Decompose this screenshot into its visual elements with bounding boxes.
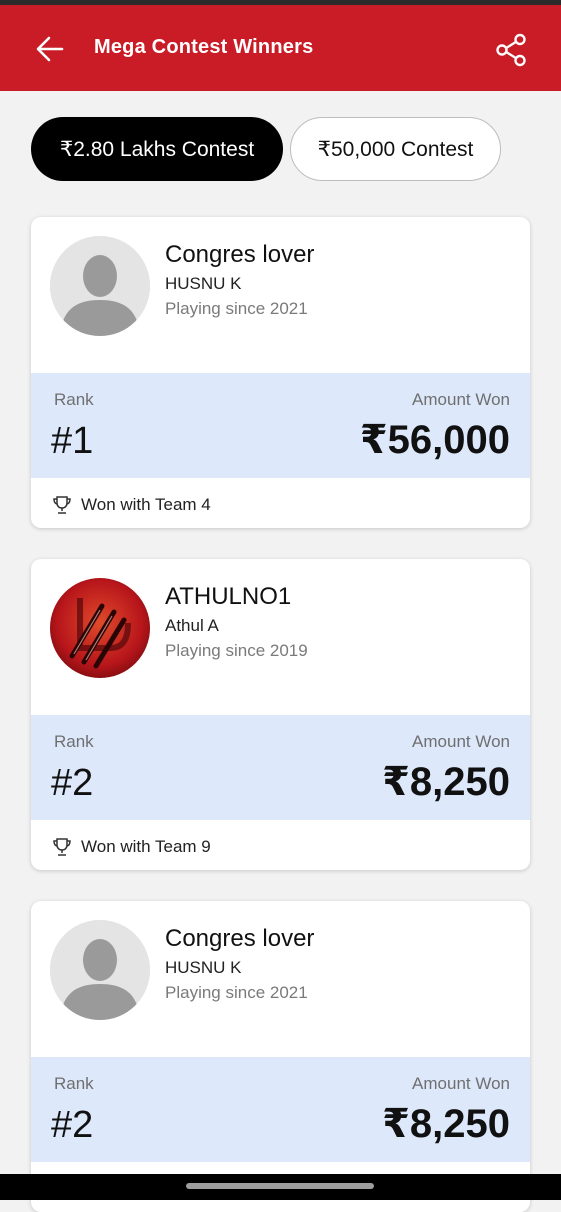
- avatar: [50, 578, 150, 678]
- tab-50000-contest[interactable]: ₹50,000 Contest: [290, 117, 501, 181]
- tab-lakhs-contest[interactable]: ₹2.80 Lakhs Contest: [31, 117, 283, 181]
- rank-label: Rank: [54, 390, 94, 409]
- rank-label: Rank: [54, 1074, 94, 1093]
- page-title: Mega Contest Winners: [94, 36, 314, 58]
- amount-won-value: ₹8,250: [382, 1102, 510, 1146]
- winner-username: Congres lover: [165, 925, 315, 952]
- amount-won-label: Amount Won: [412, 732, 510, 751]
- share-icon: [496, 33, 526, 67]
- default-person-avatar-icon: [50, 236, 150, 336]
- winner-card[interactable]: Congres lover HUSNU K Playing since 2021…: [31, 217, 530, 528]
- winner-name: HUSNU K: [165, 958, 242, 977]
- rank-value: #2: [51, 1104, 94, 1146]
- playing-since: Playing since 2021: [165, 299, 308, 318]
- winner-stats: Rank #1 Amount Won ₹56,000: [31, 373, 530, 478]
- winner-username: Congres lover: [165, 241, 315, 268]
- avatar: [50, 236, 150, 336]
- winner-stats: Rank #2 Amount Won ₹8,250: [31, 1057, 530, 1162]
- default-person-avatar-icon: [50, 920, 150, 1020]
- red-claw-avatar-icon: [50, 578, 150, 678]
- rank-value: #1: [51, 420, 94, 462]
- trophy-icon: [53, 838, 71, 856]
- won-with-team: Won with Team 9: [52, 835, 211, 859]
- playing-since: Playing since 2021: [165, 983, 308, 1002]
- rank-label: Rank: [54, 732, 94, 751]
- rank-value: #2: [51, 762, 94, 804]
- arrow-left-icon: [36, 36, 64, 62]
- winner-card[interactable]: Congres lover HUSNU K Playing since 2021…: [31, 901, 530, 1212]
- avatar: [50, 920, 150, 1020]
- share-button[interactable]: [490, 29, 532, 71]
- won-with-team-text: Won with Team 4: [81, 495, 211, 514]
- home-indicator[interactable]: [186, 1183, 374, 1189]
- won-with-team-text: Won with Team 9: [81, 837, 211, 856]
- app-header: Mega Contest Winners: [0, 5, 561, 91]
- amount-won-value: ₹56,000: [359, 418, 510, 462]
- amount-won-label: Amount Won: [412, 1074, 510, 1093]
- system-nav-bar: [0, 1174, 561, 1200]
- amount-won-value: ₹8,250: [382, 760, 510, 804]
- winner-card[interactable]: ATHULNO1 Athul A Playing since 2019 Rank…: [31, 559, 530, 870]
- winner-name: HUSNU K: [165, 274, 242, 293]
- amount-won-label: Amount Won: [412, 390, 510, 409]
- playing-since: Playing since 2019: [165, 641, 308, 660]
- winner-username: ATHULNO1: [165, 583, 292, 610]
- back-button[interactable]: [30, 29, 70, 69]
- winner-name: Athul A: [165, 616, 219, 635]
- won-with-team: Won with Team 4: [52, 493, 211, 517]
- trophy-icon: [53, 496, 71, 514]
- winner-stats: Rank #2 Amount Won ₹8,250: [31, 715, 530, 820]
